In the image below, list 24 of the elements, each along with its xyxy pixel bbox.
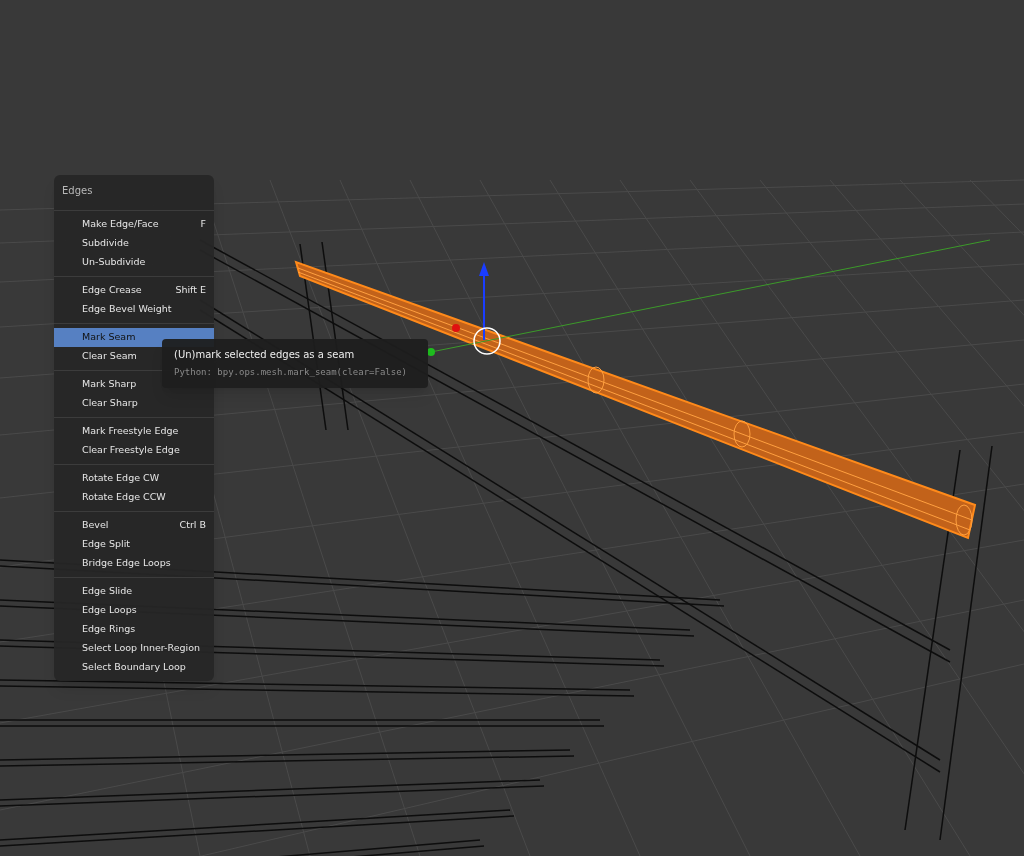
menu-item[interactable]: Edge Split [54, 535, 214, 554]
menu-item[interactable]: Subdivide [54, 234, 214, 253]
menu-title: Edges [61, 184, 94, 198]
menu-item[interactable]: Rotate Edge CW [54, 469, 214, 488]
tooltip-description: (Un)mark selected edges as a seam [174, 348, 356, 362]
menu-item[interactable]: Make Edge/Face F [54, 215, 214, 234]
menu-item[interactable]: Bevel Ctrl B [54, 516, 214, 535]
menu-item[interactable]: Edge Crease Shift E [54, 281, 214, 300]
tooltip-python: Python: bpy.ops.mesh.mark_seam(clear=False) [174, 366, 408, 379]
menu-item[interactable]: Clear Freestyle Edge [54, 441, 214, 460]
menu-item[interactable]: Bridge Edge Loops [54, 554, 214, 573]
shortcut-label: Ctrl B [179, 518, 206, 533]
shortcut-label: Shift E [175, 283, 206, 298]
menu-item[interactable]: Edge Slide [54, 582, 214, 601]
shortcut-label: F [200, 217, 206, 232]
menu-item[interactable]: Rotate Edge CCW [54, 488, 214, 507]
menu-item[interactable]: Edge Loops [54, 601, 214, 620]
menu-item[interactable]: Edge Rings [54, 620, 214, 639]
menu-item[interactable]: Select Loop Inner-Region [54, 639, 214, 658]
menu-item[interactable]: Clear Sharp [54, 394, 214, 413]
menu-item[interactable]: Select Boundary Loop [54, 658, 214, 677]
menu-item[interactable]: Mark Freestyle Edge [54, 422, 214, 441]
menu-item[interactable]: Un-Subdivide [54, 253, 214, 272]
menu-item[interactable]: Edge Bevel Weight [54, 300, 214, 319]
